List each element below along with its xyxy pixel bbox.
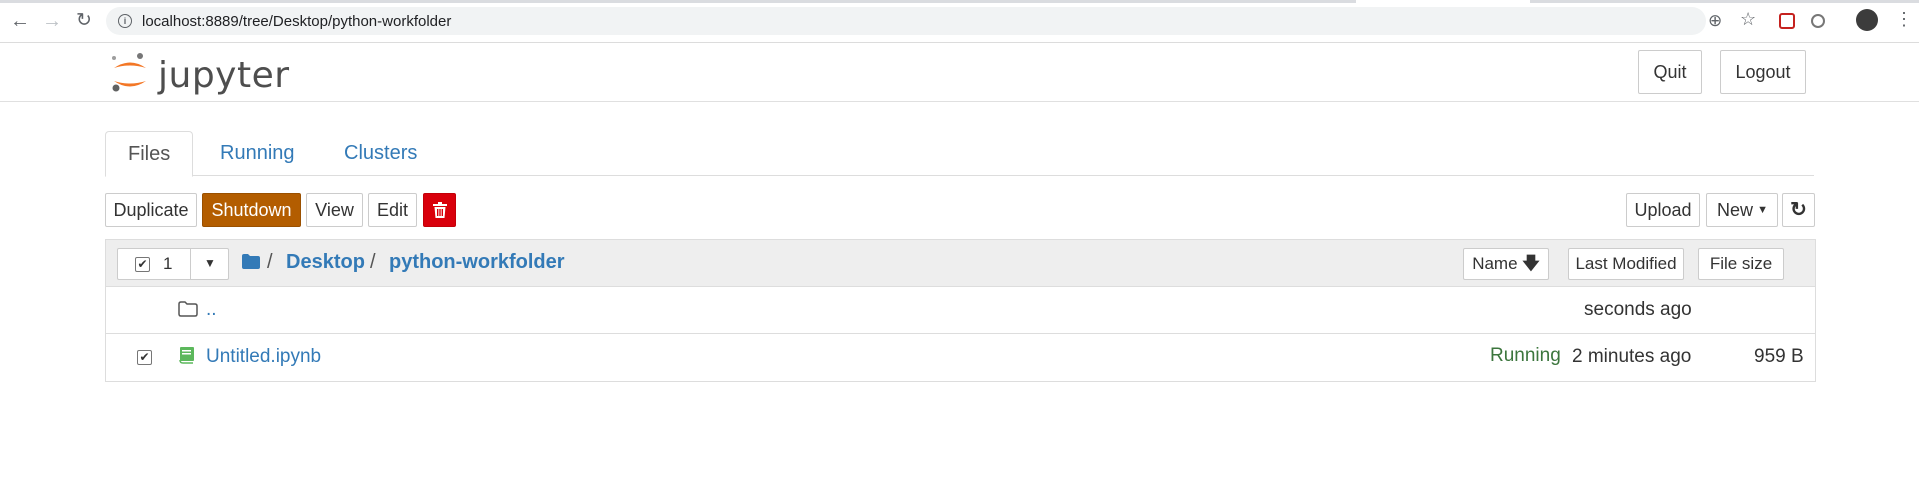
list-header: ✔ 1 ▼ / Desktop / python-workfolder Name… — [106, 240, 1815, 287]
caret-down-icon: ▼ — [1757, 204, 1768, 216]
refresh-icon: ↻ — [1790, 199, 1807, 221]
breadcrumb-python-workfolder[interactable]: python-workfolder — [389, 251, 565, 274]
tab-strip-edge — [0, 0, 1356, 3]
select-all-group[interactable]: ✔ 1 ▼ — [117, 248, 229, 280]
select-all-checkbox[interactable]: ✔ — [135, 257, 150, 272]
logout-button[interactable]: Logout — [1720, 50, 1806, 94]
running-status-indicator: Running — [1490, 345, 1561, 366]
tab-files[interactable]: Files — [105, 131, 194, 177]
bookmark-star-icon[interactable]: ☆ — [1740, 9, 1756, 30]
refresh-button[interactable]: ↻ — [1782, 193, 1815, 227]
duplicate-button[interactable]: Duplicate — [105, 193, 197, 227]
upload-button[interactable]: Upload — [1626, 193, 1700, 227]
new-button-label: New — [1717, 200, 1754, 220]
notebook-icon — [179, 347, 194, 364]
item-name-link[interactable]: Untitled.ipynb — [206, 346, 321, 368]
item-name-link[interactable]: .. — [206, 299, 217, 321]
select-menu-caret-icon[interactable]: ▼ — [204, 256, 216, 270]
item-last-modified: 2 minutes ago — [1572, 346, 1692, 367]
reload-icon[interactable]: ↻ — [73, 10, 95, 32]
selected-count: 1 — [163, 254, 173, 273]
breadcrumb-desktop[interactable]: Desktop — [286, 251, 365, 274]
sort-name-button[interactable]: Name 🡇 — [1463, 248, 1549, 280]
tab-running[interactable]: Running — [198, 131, 317, 175]
jupyter-logo[interactable]: jupyter — [110, 51, 289, 96]
folder-outline-icon — [178, 301, 198, 317]
arrow-down-icon: 🡇 — [1522, 254, 1540, 273]
tab-strip-edge-right — [1530, 0, 1919, 3]
item-checkbox[interactable]: ✔ — [137, 350, 152, 365]
jupyter-header: jupyter Quit Logout — [0, 43, 1919, 102]
quit-button[interactable]: Quit — [1638, 50, 1702, 94]
tab-clusters[interactable]: Clusters — [322, 131, 439, 175]
breadcrumb-separator: / — [370, 251, 376, 273]
folder-filled-icon[interactable] — [242, 254, 260, 269]
new-dropdown-button[interactable]: New ▼ — [1706, 193, 1778, 227]
forward-arrow-icon[interactable]: → — [41, 10, 63, 32]
item-file-size: 959 B — [1754, 346, 1804, 367]
jupyter-logo-icon — [112, 53, 146, 92]
sort-file-size-button[interactable]: File size — [1698, 248, 1784, 280]
view-button[interactable]: View — [306, 193, 363, 227]
divider — [190, 249, 191, 279]
breadcrumb-separator: / — [267, 251, 273, 273]
back-arrow-icon[interactable]: ← — [9, 10, 31, 32]
sort-last-modified-button[interactable]: Last Modified — [1568, 248, 1684, 280]
extension-pocket-icon[interactable] — [1779, 13, 1795, 29]
zoom-icon[interactable]: ⊕ — [1708, 11, 1722, 31]
site-info-icon[interactable]: i — [118, 14, 132, 28]
delete-button[interactable] — [423, 193, 456, 227]
jupyter-logo-text: jupyter — [158, 55, 290, 96]
list-item[interactable]: ✔ Untitled.ipynb Running 2 minutes ago 9… — [106, 334, 1815, 380]
browser-toolbar: ← → ↻ i localhost:8889/tree/Desktop/pyth… — [0, 0, 1919, 43]
extension-circle-icon[interactable] — [1811, 14, 1825, 28]
edit-button[interactable]: Edit — [368, 193, 417, 227]
browser-menu-icon[interactable]: ⋮ — [1895, 10, 1913, 28]
profile-avatar[interactable] — [1856, 9, 1878, 31]
address-bar[interactable]: i localhost:8889/tree/Desktop/python-wor… — [106, 7, 1722, 35]
trash-icon — [432, 202, 447, 218]
sort-name-label: Name — [1472, 254, 1518, 273]
list-item[interactable]: .. seconds ago — [106, 287, 1815, 334]
url-text[interactable]: localhost:8889/tree/Desktop/python-workf… — [142, 13, 451, 30]
tab-bar: Files Running Clusters — [105, 131, 1814, 177]
shutdown-button[interactable]: Shutdown — [202, 193, 301, 227]
item-last-modified: seconds ago — [1584, 299, 1692, 320]
file-list: ✔ 1 ▼ / Desktop / python-workfolder Name… — [105, 239, 1816, 382]
